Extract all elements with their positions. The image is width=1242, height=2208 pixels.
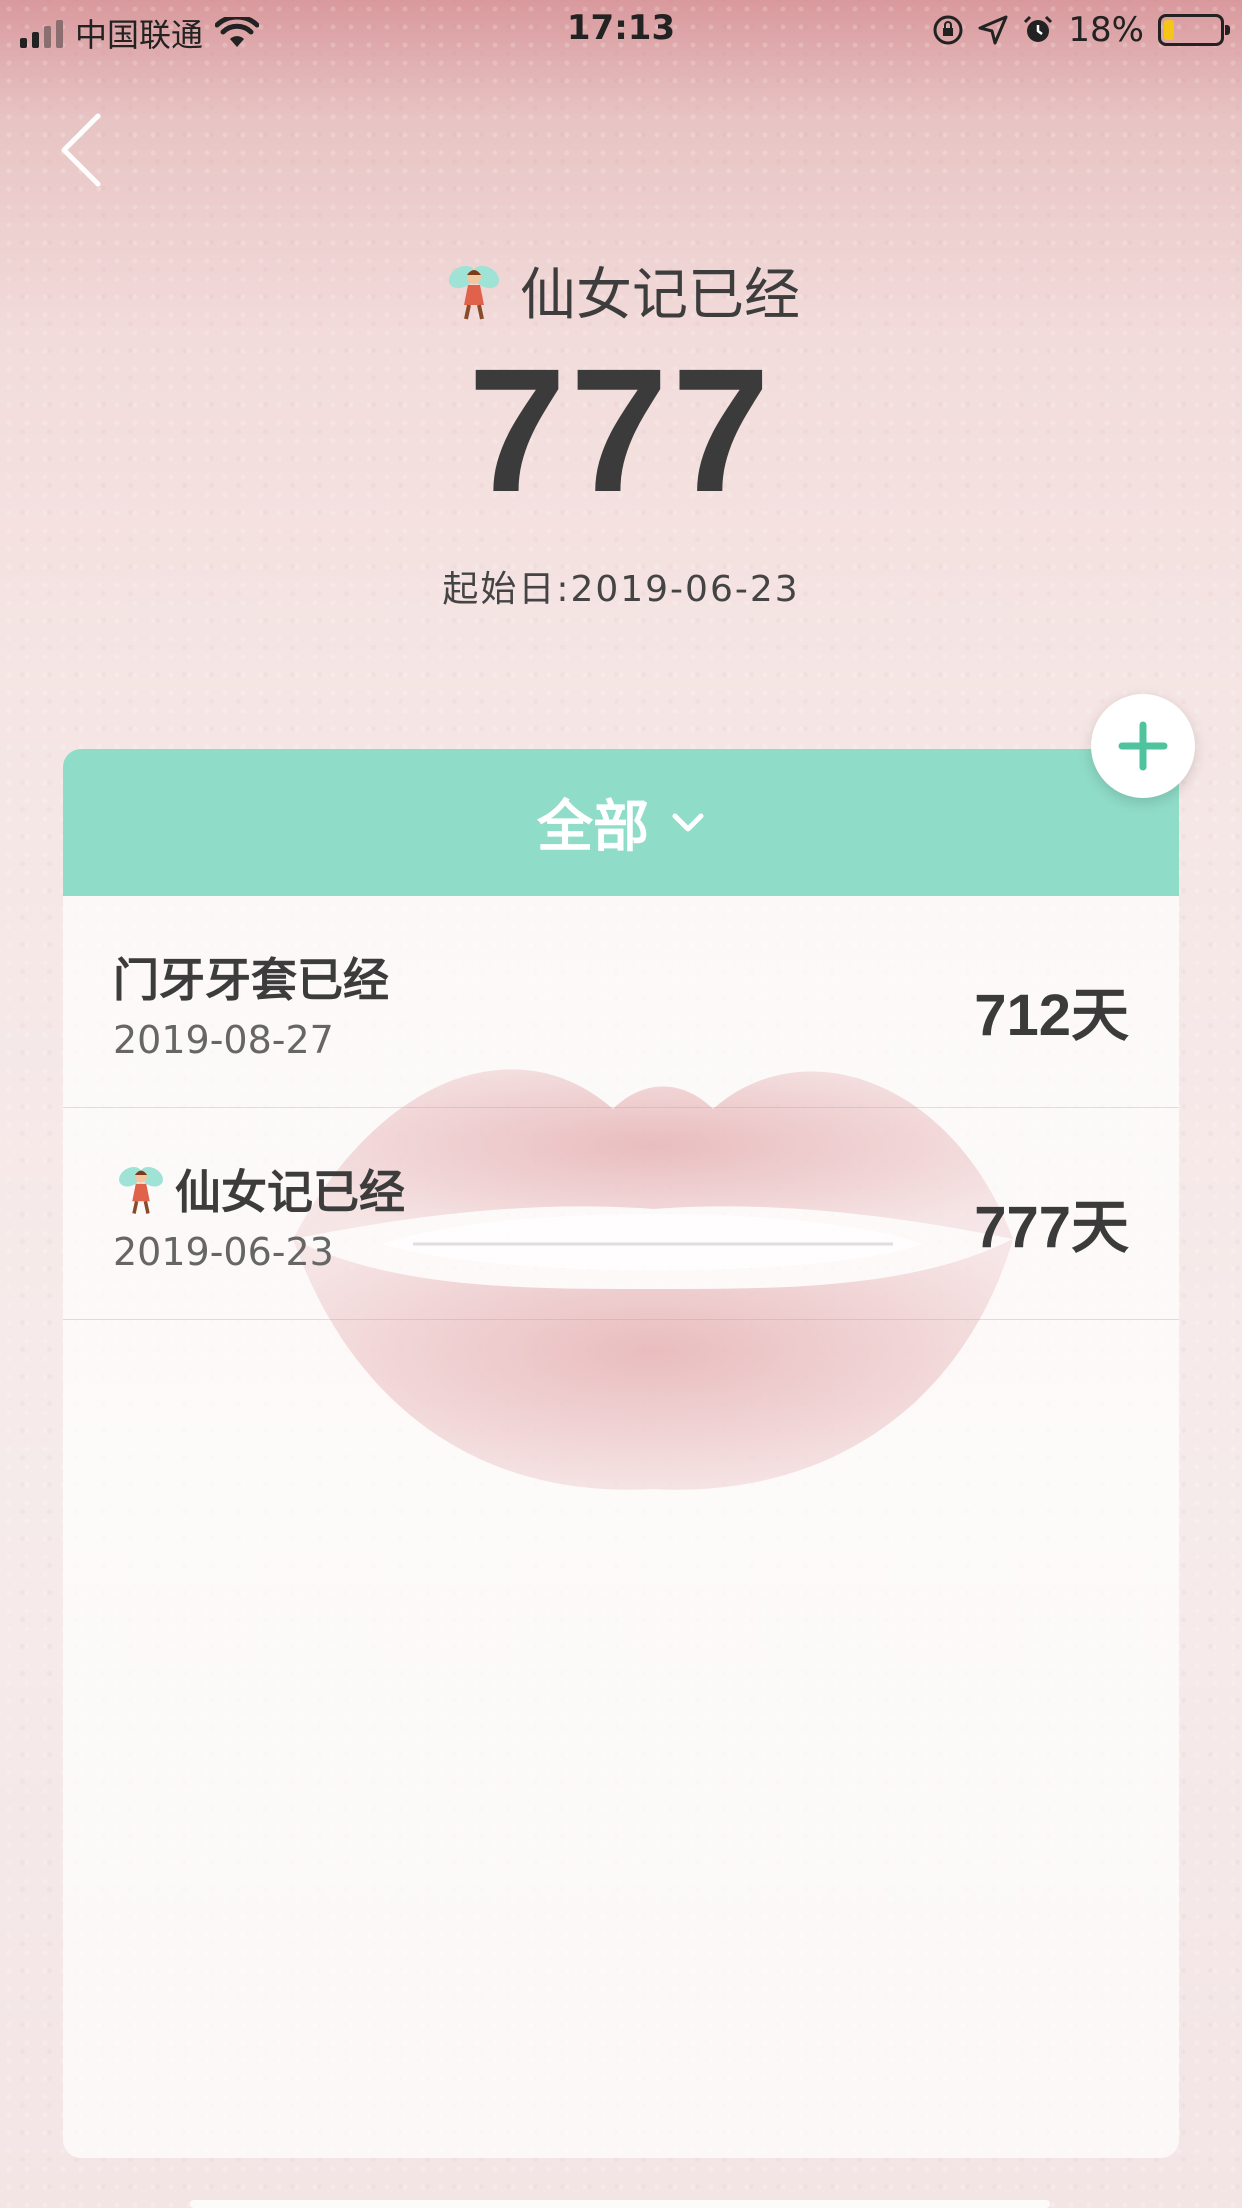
item-title: 门牙牙套已经	[113, 953, 389, 1007]
events-card: 全部 门牙牙套已经 2019-08-27 712天 仙女记已经 2019-06-…	[63, 749, 1179, 2158]
add-button[interactable]	[1091, 694, 1195, 798]
filter-label: 全部	[537, 795, 649, 860]
item-days: 712天	[974, 983, 1129, 1048]
battery-percent: 18%	[1068, 10, 1144, 50]
fairy-icon	[119, 1167, 163, 1214]
item-date: 2019-06-23	[113, 1230, 334, 1274]
header-title-text: 仙女记已经	[520, 263, 800, 328]
day-count: 777	[468, 333, 774, 529]
fairy-icon	[448, 265, 500, 319]
item-title-text: 仙女记已经	[175, 1165, 405, 1219]
chevron-down-icon	[672, 813, 704, 831]
battery-icon	[1158, 14, 1230, 46]
item-date: 2019-08-27	[113, 1018, 334, 1062]
home-indicator	[190, 2200, 1050, 2208]
page-title: 仙女记已经	[0, 250, 1242, 331]
battery-level-fill	[1164, 20, 1174, 40]
plus-icon	[1118, 721, 1168, 771]
location-icon	[978, 15, 1008, 45]
chevron-left-icon[interactable]	[58, 112, 104, 188]
start-date: 起始日:2019-06-23	[442, 569, 800, 610]
list-item[interactable]: 仙女记已经 2019-06-23 777天	[63, 1108, 1179, 1320]
status-bar: 中国联通 17:13 18%	[0, 0, 1242, 60]
rotation-lock-icon	[933, 15, 963, 45]
item-title: 仙女记已经	[113, 1156, 405, 1222]
alarm-icon	[1024, 15, 1053, 42]
list-item[interactable]: 门牙牙套已经 2019-08-27 712天	[63, 896, 1179, 1108]
item-days: 777天	[974, 1195, 1129, 1260]
filter-dropdown[interactable]: 全部	[63, 749, 1179, 896]
